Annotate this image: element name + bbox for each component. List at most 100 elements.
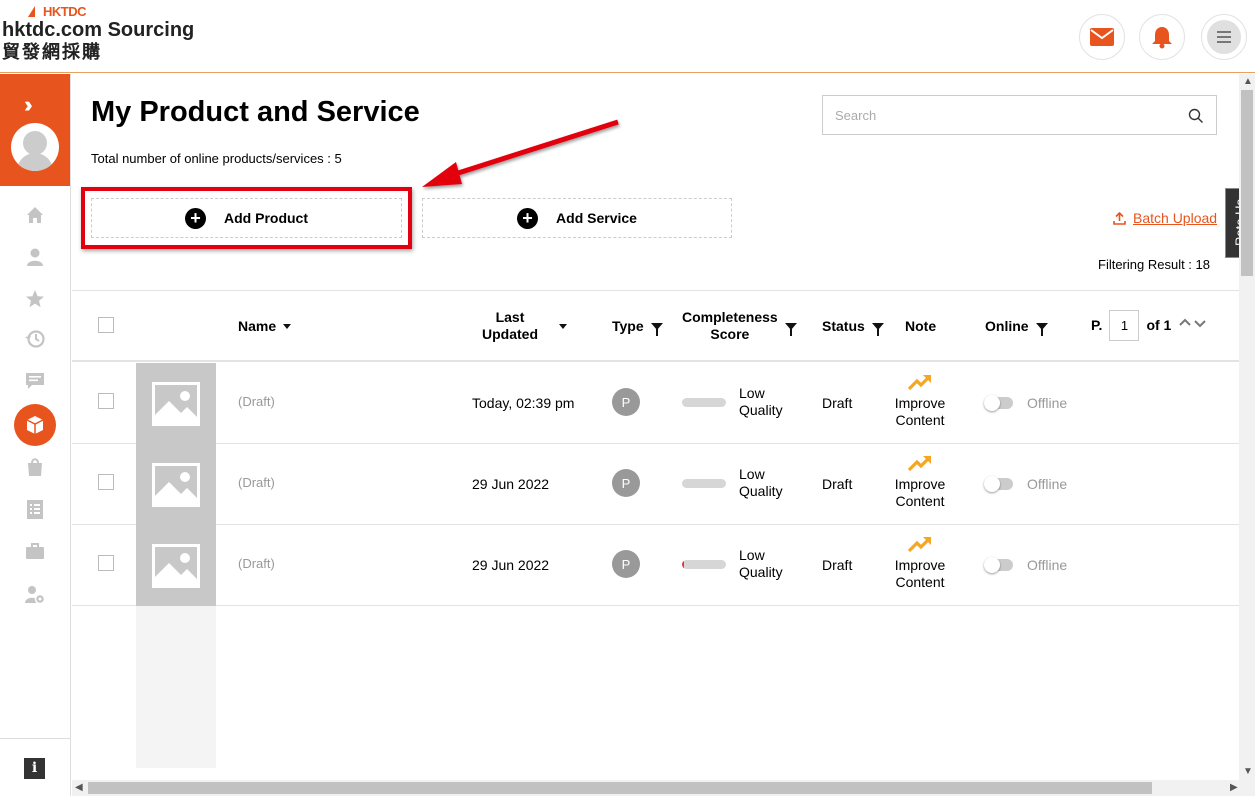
mail-button[interactable]: [1079, 14, 1125, 60]
home-icon[interactable]: [24, 204, 46, 226]
filter-icon[interactable]: [871, 323, 884, 336]
image-placeholder-icon: [152, 381, 200, 426]
product-name[interactable]: (Draft): [238, 556, 275, 571]
table-row[interactable]: (Draft) 29 Jun 2022 P Low Quality Draft …: [72, 525, 1240, 606]
batch-upload-label: Batch Upload: [1133, 210, 1218, 226]
search-input[interactable]: [835, 97, 1175, 133]
chevron-down-icon[interactable]: [1193, 316, 1207, 330]
star-icon[interactable]: [24, 288, 46, 310]
filter-icon[interactable]: [784, 322, 797, 336]
column-status-label: Status: [822, 318, 865, 334]
table-row[interactable]: (Draft) Today, 02:39 pm P Low Quality Dr…: [72, 363, 1240, 444]
image-placeholder-icon: [152, 462, 200, 507]
last-updated: Today, 02:39 pm: [472, 395, 575, 411]
column-last-updated-line1: Last: [495, 309, 525, 325]
completeness-text-line1: Low: [739, 466, 765, 482]
column-note-label: Note: [905, 318, 937, 334]
page-total: of 1: [1146, 317, 1172, 333]
pagination: P. 1 of 1: [1091, 310, 1207, 341]
completeness-text-line1: Low: [739, 385, 765, 401]
bell-icon: [1152, 27, 1172, 49]
product-thumbnail[interactable]: [136, 525, 216, 606]
product-thumbnail[interactable]: [136, 444, 216, 525]
top-header: HKTDC hktdc.com Sourcing 貿發網採購: [0, 0, 1255, 73]
page-number-input[interactable]: 1: [1109, 310, 1140, 341]
column-completeness-label: Completeness Score: [682, 309, 778, 343]
batch-upload-link[interactable]: Batch Upload: [1113, 210, 1217, 226]
type-badge: P: [612, 469, 640, 497]
column-completeness[interactable]: Completeness Score: [682, 309, 797, 343]
select-all-checkbox[interactable]: [98, 317, 114, 333]
filter-icon[interactable]: [1035, 323, 1048, 336]
completeness-bar: [682, 398, 726, 407]
pointer-arrow-annotation: [422, 119, 619, 187]
chevron-up-icon[interactable]: [1178, 316, 1192, 330]
note-line1: Improve: [894, 557, 946, 573]
table-row[interactable]: (Draft) 29 Jun 2022 P Low Quality Draft …: [72, 444, 1240, 525]
column-name[interactable]: Name: [238, 318, 292, 335]
online-toggle[interactable]: [984, 476, 1013, 492]
note-line2: Content: [895, 574, 945, 590]
briefcase-icon[interactable]: [24, 540, 46, 562]
completeness-bar: [682, 560, 726, 569]
column-status[interactable]: Status: [822, 318, 884, 336]
row-checkbox[interactable]: [98, 393, 114, 409]
row-checkbox[interactable]: [98, 474, 114, 490]
column-last-updated-line2: Updated: [482, 326, 538, 342]
column-completeness-line1: Completeness: [682, 309, 778, 325]
product-box-icon: [26, 416, 44, 434]
column-online[interactable]: Online: [985, 318, 1048, 336]
row-checkbox[interactable]: [98, 555, 114, 571]
horizontal-scrollbar-thumb[interactable]: [88, 782, 1152, 794]
column-online-label: Online: [985, 318, 1029, 334]
note-line2: Content: [895, 412, 945, 428]
brand-small: HKTDC: [43, 3, 87, 19]
sidebar-item-products[interactable]: [14, 404, 56, 446]
product-name[interactable]: (Draft): [238, 475, 275, 490]
improve-content-link[interactable]: Improve Content: [892, 373, 948, 429]
column-type[interactable]: Type: [612, 318, 663, 336]
history-icon[interactable]: [24, 328, 46, 350]
scroll-right-arrow-icon[interactable]: ▶: [1230, 782, 1238, 793]
page-prefix: P.: [1091, 317, 1103, 333]
column-last-updated[interactable]: Last Updated: [482, 309, 567, 343]
online-toggle[interactable]: [984, 557, 1013, 573]
column-type-label: Type: [612, 318, 644, 334]
highlight-box-annotation: [81, 187, 412, 249]
avatar[interactable]: [11, 123, 59, 171]
online-toggle[interactable]: [984, 395, 1013, 411]
online-status-text: Offline: [1027, 557, 1068, 573]
column-last-updated-label: Last Updated: [482, 309, 538, 343]
add-service-button[interactable]: + Add Service: [422, 198, 732, 238]
checklist-icon[interactable]: [24, 498, 46, 520]
sidebar-divider: [0, 738, 70, 739]
info-icon[interactable]: i: [24, 758, 45, 779]
type-badge: P: [612, 388, 640, 416]
page-title: My Product and Service: [91, 96, 420, 128]
scroll-down-arrow-icon[interactable]: ▼: [1243, 766, 1253, 777]
completeness-bar: [682, 479, 726, 488]
expand-sidebar-icon[interactable]: ››: [24, 92, 32, 118]
product-name[interactable]: (Draft): [238, 394, 275, 409]
user-settings-icon[interactable]: [24, 584, 46, 606]
filter-icon[interactable]: [650, 323, 663, 336]
product-thumbnail[interactable]: [136, 363, 216, 444]
upload-icon: [1113, 211, 1126, 225]
improve-content-link[interactable]: Improve Content: [892, 454, 948, 510]
filtering-result: Filtering Result : 18: [1098, 257, 1210, 272]
scroll-left-arrow-icon[interactable]: ◀: [75, 782, 83, 793]
scroll-up-arrow-icon[interactable]: ▲: [1243, 76, 1253, 87]
shopping-bag-icon[interactable]: [24, 456, 46, 478]
brand-cn: 貿發網採購: [2, 42, 102, 62]
notification-button[interactable]: [1139, 14, 1185, 60]
improve-content-link[interactable]: Improve Content: [892, 535, 948, 591]
sidebar-header: ››: [0, 74, 70, 186]
hktdc-logo[interactable]: HKTDC hktdc.com Sourcing 貿發網採購: [2, 3, 194, 63]
column-completeness-line2: Score: [710, 326, 750, 342]
main-menu-button[interactable]: [1201, 14, 1247, 60]
user-icon[interactable]: [24, 246, 46, 268]
search-icon[interactable]: [1188, 108, 1204, 124]
mail-icon: [1090, 28, 1114, 46]
vertical-scrollbar-thumb[interactable]: [1241, 90, 1253, 276]
message-icon[interactable]: [24, 370, 46, 392]
